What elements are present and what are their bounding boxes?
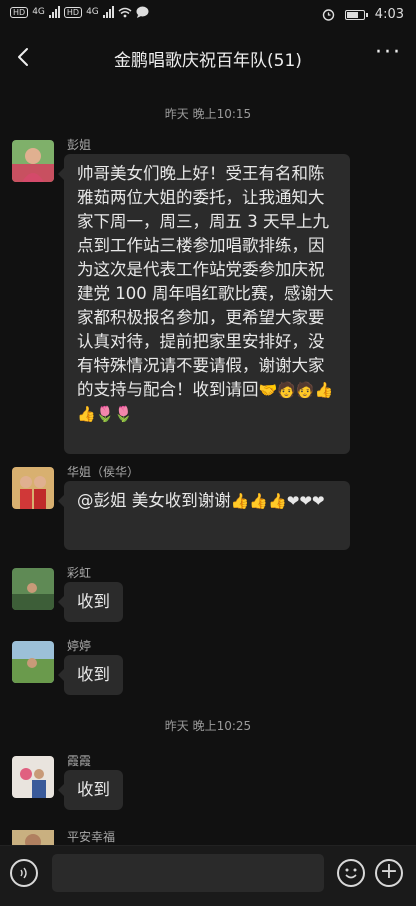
- sender-name: 平安幸福: [67, 830, 116, 844]
- message-text: 收到: [77, 780, 110, 799]
- sender-name: 婷婷: [67, 639, 92, 653]
- status-left: HD 4G HD 4G: [10, 6, 149, 18]
- message-emoji: 👍👍👍❤❤❤: [230, 492, 325, 510]
- message-input[interactable]: [52, 854, 324, 892]
- input-bar: +: [0, 845, 416, 906]
- message-bubble[interactable]: 收到: [58, 655, 123, 695]
- plus-icon[interactable]: +: [375, 859, 403, 887]
- message-text: 帅哥美女们晚上好！受王有名和陈雅茹两位大姐的委托，让我通知大家下周一，周三，周五…: [77, 164, 334, 399]
- sender-name: 彭姐: [67, 138, 92, 152]
- avatar[interactable]: [12, 140, 54, 182]
- message-text: @彭姐 美女收到谢谢: [77, 491, 231, 510]
- chat-header: 金鹏唱歌庆祝百年队(51) ···: [0, 34, 416, 80]
- network-type-2: 4G: [86, 7, 99, 17]
- message-bubble[interactable]: @彭姐 美女收到谢谢👍👍👍❤❤❤: [58, 481, 350, 550]
- status-right: 4:03: [322, 7, 404, 22]
- wifi-icon: [118, 7, 132, 17]
- avatar[interactable]: [12, 641, 54, 683]
- message-item: 平安幸福: [12, 830, 404, 845]
- message-bubble[interactable]: 收到: [58, 770, 123, 810]
- more-options-button[interactable]: ···: [375, 40, 402, 65]
- status-time: 4:03: [374, 7, 404, 22]
- hd-icon: HD: [10, 6, 29, 18]
- message-icon: [136, 6, 149, 18]
- signal-icon: [102, 6, 114, 18]
- message-text: 收到: [77, 665, 110, 684]
- sender-name: 华姐（侯华）: [67, 465, 140, 479]
- chat-title: 金鹏唱歌庆祝百年队(51): [114, 51, 302, 71]
- message-bubble[interactable]: 收到: [58, 582, 123, 622]
- timestamp: 昨天 晚上10:15: [164, 107, 252, 121]
- avatar[interactable]: [12, 467, 54, 509]
- signal-icon: [48, 6, 60, 18]
- sender-name: 霞霞: [67, 754, 92, 768]
- message-bubble[interactable]: 帅哥美女们晚上好！受王有名和陈雅茹两位大姐的委托，让我通知大家下周一，周三，周五…: [58, 154, 350, 454]
- status-bar: HD 4G HD 4G 4:03: [0, 0, 416, 34]
- emoji-icon[interactable]: [337, 859, 365, 887]
- avatar[interactable]: [12, 568, 54, 610]
- sender-name: 彩虹: [67, 566, 92, 580]
- avatar[interactable]: [12, 756, 54, 798]
- network-type-1: 4G: [32, 7, 45, 17]
- voice-icon[interactable]: [10, 859, 38, 887]
- alarm-icon: [322, 9, 334, 21]
- hd-icon: HD: [63, 6, 83, 18]
- avatar[interactable]: [12, 830, 54, 845]
- timestamp: 昨天 晚上10:25: [164, 719, 252, 733]
- battery-icon: [344, 9, 368, 20]
- message-text: 收到: [77, 592, 110, 611]
